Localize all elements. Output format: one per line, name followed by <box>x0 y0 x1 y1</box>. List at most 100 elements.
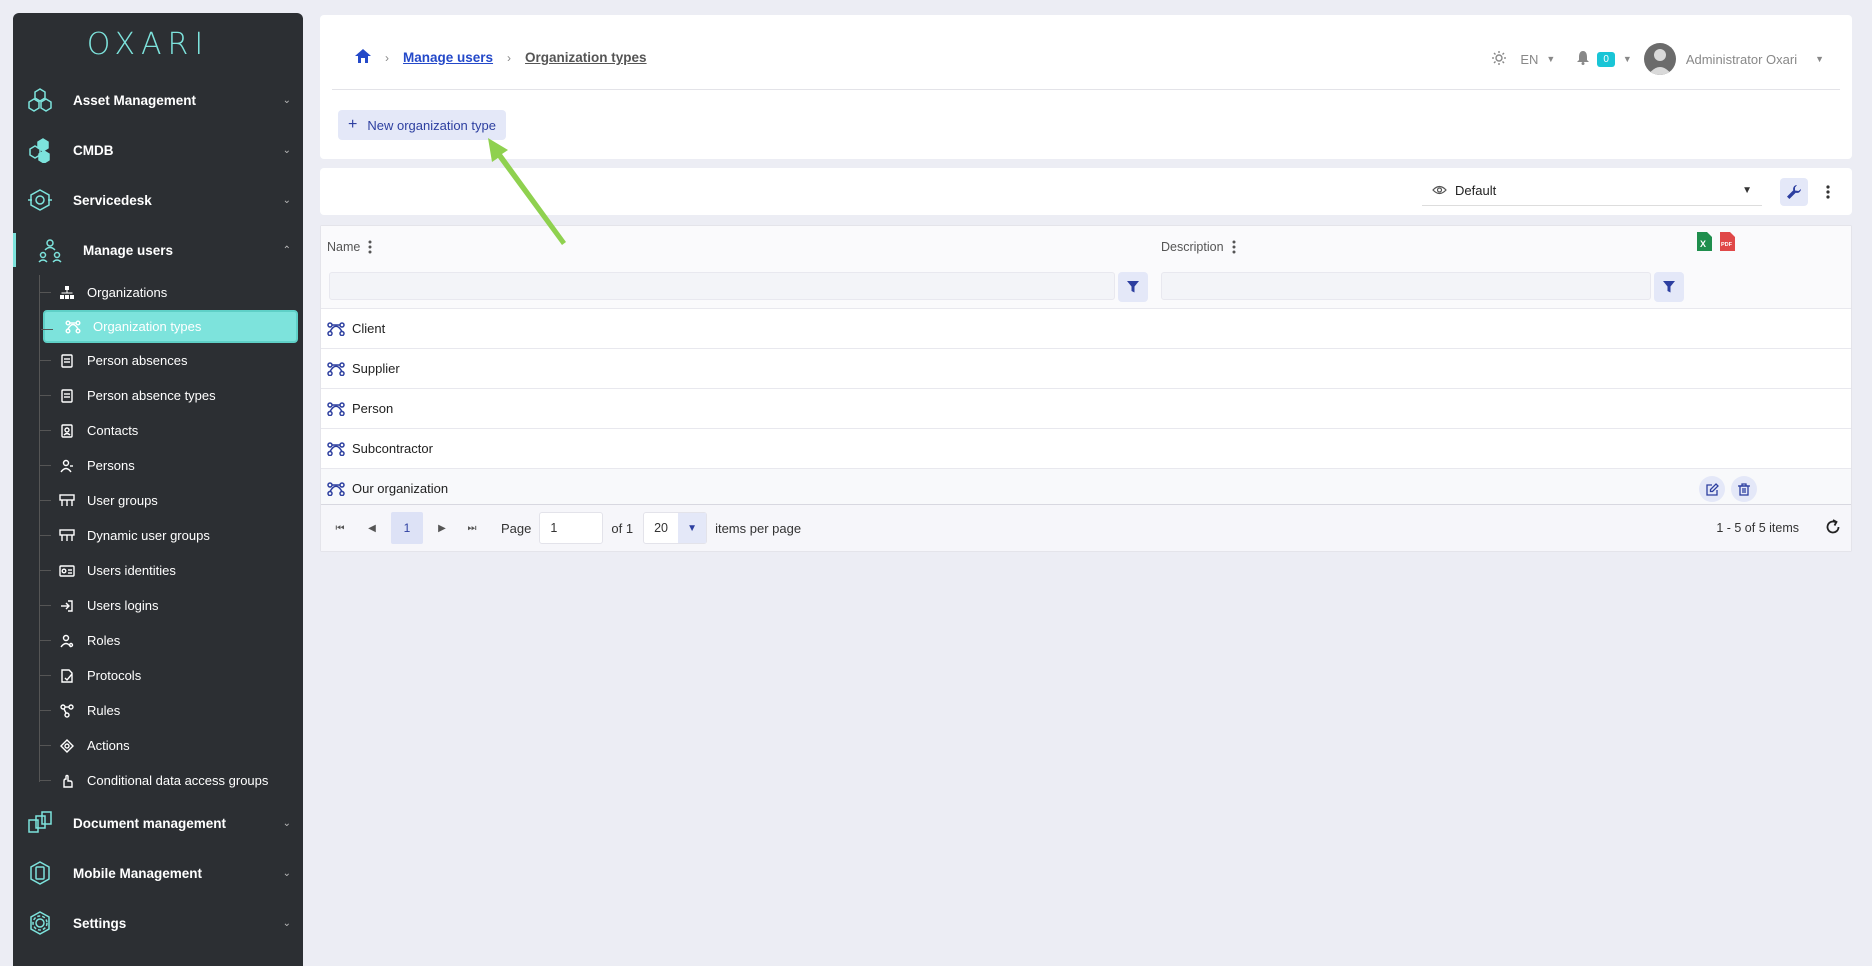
description-filter-button[interactable] <box>1654 272 1684 302</box>
new-button-label: New organization type <box>367 117 496 133</box>
trash-icon <box>1738 482 1750 496</box>
first-page-icon[interactable]: ⏮ <box>329 517 351 539</box>
nav-manage-users[interactable]: Manage users ⌃ <box>13 225 303 275</box>
sun-icon[interactable] <box>1492 50 1507 68</box>
nav-mobile-management[interactable]: Mobile Management ⌄ <box>13 848 303 898</box>
user-name[interactable]: Administrator Oxari <box>1686 52 1797 67</box>
table-row[interactable]: Our organization <box>321 468 1851 508</box>
svg-text:X: X <box>1700 239 1706 249</box>
actions-icon <box>59 738 75 754</box>
nav-cmdb[interactable]: CMDB ⌄ <box>13 125 303 175</box>
current-page-button[interactable]: 1 <box>391 512 423 544</box>
home-icon[interactable] <box>355 49 371 66</box>
sidebar-item-organizations[interactable]: Organizations <box>13 275 303 310</box>
page-size-value: 20 <box>654 521 668 535</box>
row-name: Person <box>352 401 394 416</box>
grid-header: Name Description X PDF <box>321 226 1851 268</box>
description-filter-input[interactable] <box>1161 272 1651 300</box>
nav-document-management[interactable]: Document management ⌄ <box>13 798 303 848</box>
refresh-icon[interactable] <box>1825 518 1841 538</box>
sidebar-item-person-absence-types[interactable]: Person absence types <box>13 378 303 413</box>
nav-settings[interactable]: Settings ⌄ <box>13 898 303 948</box>
sidebar-item-contacts[interactable]: Contacts <box>13 413 303 448</box>
sidebar-item-label: User groups <box>87 493 158 508</box>
sidebar: OXARI Asset Management ⌄ CMDB ⌄ Serviced… <box>13 13 303 966</box>
sidebar-item-label: Organization types <box>93 319 202 334</box>
filter-row <box>321 268 1851 308</box>
divider <box>332 89 1840 90</box>
more-options-icon[interactable] <box>1820 180 1836 204</box>
avatar[interactable] <box>1643 43 1676 75</box>
organizations-icon <box>59 285 75 301</box>
column-header-description[interactable]: Description <box>1161 240 1236 254</box>
plus-icon: + <box>348 116 358 133</box>
sidebar-item-label: Rules <box>87 703 121 718</box>
sidebar-item-person-absences[interactable]: Person absences <box>13 343 303 378</box>
pdf-export-icon[interactable]: PDF <box>1720 232 1735 254</box>
sidebar-item-label: Conditional data access groups <box>87 773 269 788</box>
view-label: Default <box>1455 183 1497 198</box>
sidebar-item-actions[interactable]: Actions <box>13 728 303 763</box>
asset-management-icon <box>25 85 55 115</box>
nav-label: Mobile Management <box>73 865 203 881</box>
manage-users-submenu: Organizations Organization types Person … <box>13 275 303 798</box>
breadcrumb-organization-types[interactable]: Organization types <box>525 50 647 65</box>
chevron-up-icon: ⌃ <box>282 244 291 256</box>
organization-type-icon <box>327 481 345 496</box>
sidebar-item-users-logins[interactable]: Users logins <box>13 588 303 623</box>
caret-down-icon[interactable]: ▼ <box>1546 54 1555 64</box>
excel-export-icon[interactable]: X <box>1697 232 1712 254</box>
sidebar-item-dynamic-user-groups[interactable]: Dynamic user groups <box>13 518 303 553</box>
next-page-icon[interactable]: ▶ <box>431 517 453 539</box>
prev-page-icon[interactable]: ◀ <box>361 517 383 539</box>
contacts-icon <box>59 423 75 439</box>
breadcrumb-separator-icon: › <box>385 50 389 65</box>
sidebar-item-label: Actions <box>87 738 130 753</box>
column-menu-icon[interactable] <box>368 240 372 254</box>
delete-button[interactable] <box>1731 476 1757 502</box>
oxari-logo[interactable]: OXARI <box>13 13 303 75</box>
edit-button[interactable] <box>1699 476 1725 502</box>
sidebar-item-users-identities[interactable]: Users identities <box>13 553 303 588</box>
sidebar-item-user-groups[interactable]: User groups <box>13 483 303 518</box>
view-selector[interactable]: Default ▼ <box>1422 176 1762 206</box>
nav-servicedesk[interactable]: Servicedesk ⌄ <box>13 175 303 225</box>
notification-badge[interactable]: 0 <box>1597 51 1615 67</box>
chevron-down-icon: ⌄ <box>282 917 291 929</box>
table-row[interactable]: Client <box>321 308 1851 348</box>
table-row[interactable]: Person <box>321 388 1851 428</box>
nav-asset-management[interactable]: Asset Management ⌄ <box>13 75 303 125</box>
table-row[interactable]: Supplier <box>321 348 1851 388</box>
sidebar-item-protocols[interactable]: Protocols <box>13 658 303 693</box>
column-header-name[interactable]: Name <box>327 240 372 254</box>
breadcrumb-manage-users[interactable]: Manage users <box>403 50 493 65</box>
bell-icon[interactable] <box>1577 50 1590 68</box>
users-identities-icon <box>59 563 75 579</box>
sidebar-item-label: Users identities <box>87 563 176 578</box>
sidebar-item-rules[interactable]: Rules <box>13 693 303 728</box>
sidebar-item-label: Person absences <box>87 353 188 368</box>
sidebar-item-organization-types[interactable]: Organization types <box>41 310 298 343</box>
users-logins-icon <box>59 598 75 614</box>
language-selector[interactable]: EN <box>1520 52 1538 67</box>
settings-icon <box>25 908 55 938</box>
name-filter-button[interactable] <box>1118 272 1148 302</box>
caret-down-icon[interactable]: ▼ <box>1623 54 1632 64</box>
new-organization-type-button[interactable]: + New organization type <box>338 110 506 140</box>
column-title: Description <box>1161 240 1224 254</box>
sidebar-item-persons[interactable]: Persons <box>13 448 303 483</box>
table-row[interactable]: Subcontractor <box>321 428 1851 468</box>
last-page-icon[interactable]: ⏭ <box>461 517 483 539</box>
chevron-down-icon: ⌄ <box>282 867 291 879</box>
column-menu-icon[interactable] <box>1232 240 1236 254</box>
column-title: Name <box>327 240 361 254</box>
caret-down-icon[interactable]: ▼ <box>1815 54 1824 64</box>
sidebar-item-conditional-data-access-groups[interactable]: Conditional data access groups <box>13 763 303 798</box>
name-filter-input[interactable] <box>329 272 1115 300</box>
page-input[interactable]: 1 <box>539 512 604 544</box>
sidebar-item-roles[interactable]: Roles <box>13 623 303 658</box>
page-size-select[interactable]: 20 ▼ <box>643 512 708 544</box>
sidebar-item-label: Persons <box>87 458 135 473</box>
protocols-icon <box>59 668 75 684</box>
wrench-button[interactable] <box>1780 178 1808 206</box>
